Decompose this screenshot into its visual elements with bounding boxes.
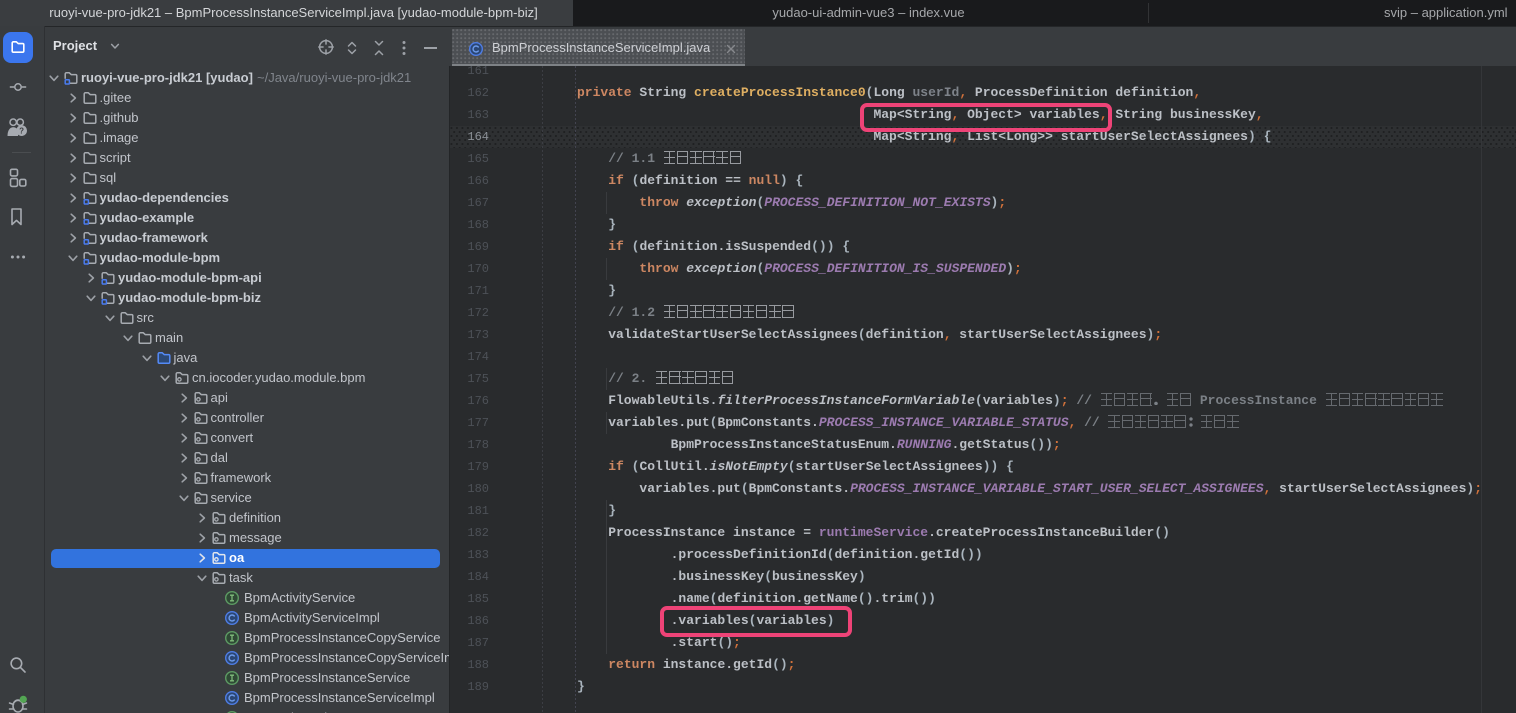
svg-text:?: ? (19, 126, 24, 135)
